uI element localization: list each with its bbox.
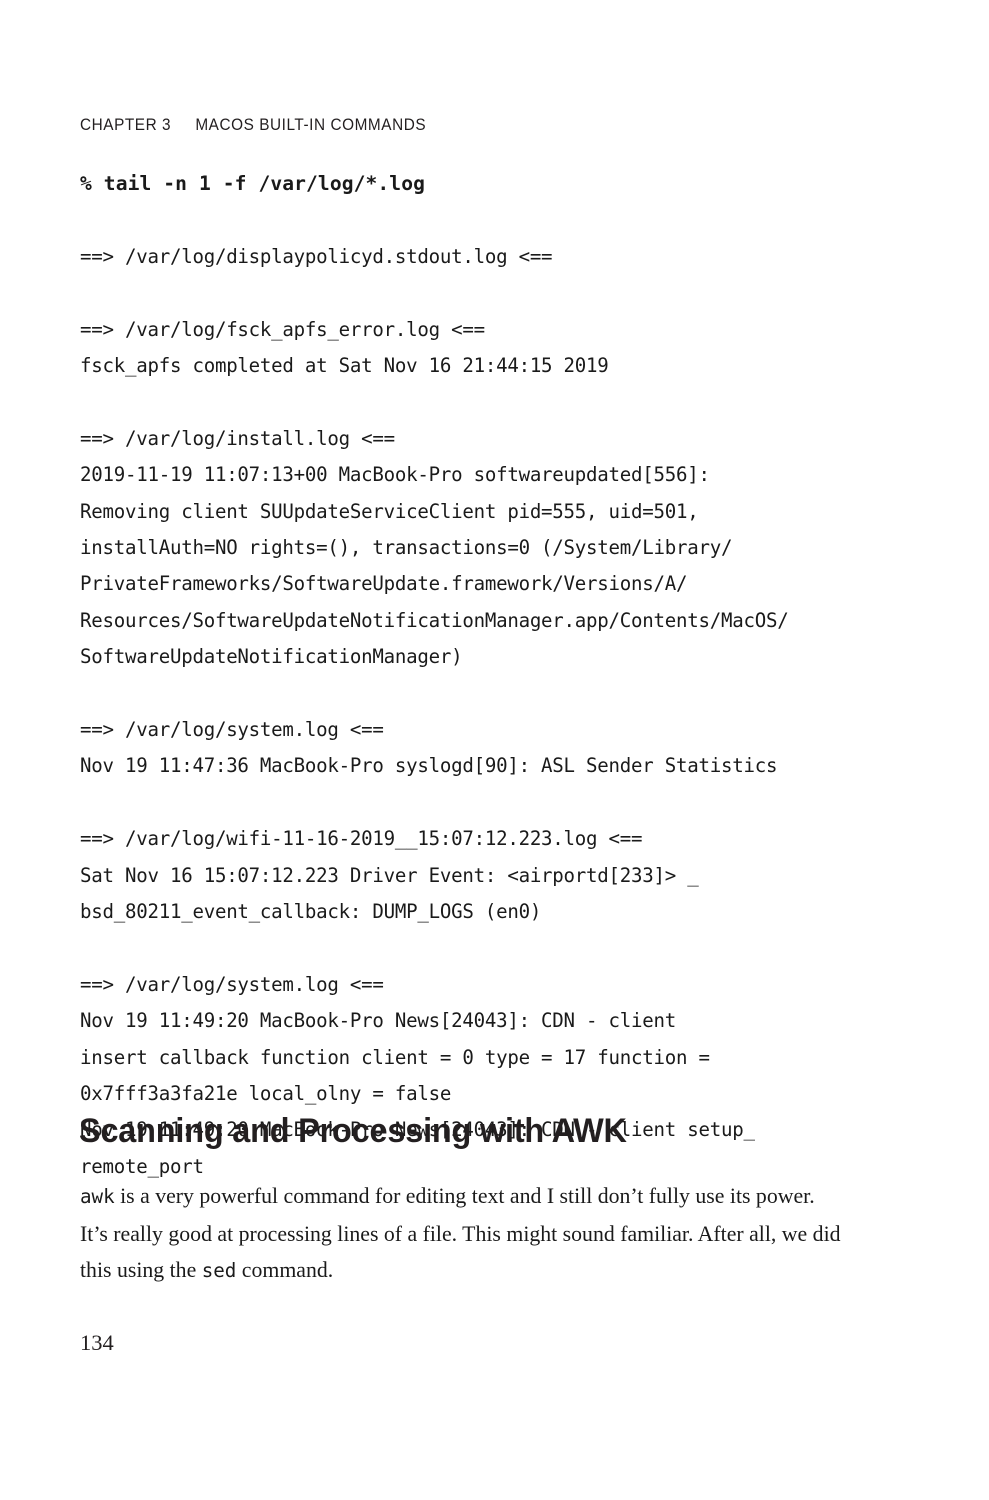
terminal-output: ==> /var/log/displaypolicyd.stdout.log <…	[80, 239, 910, 1185]
body-paragraph: awk is a very powerful command for editi…	[80, 1178, 846, 1290]
paragraph-text-2: command.	[236, 1258, 334, 1283]
running-head-chapter-title: MACOS BUILT-IN COMMANDS	[195, 116, 427, 134]
code-output-line: fsck_apfs completed at Sat Nov 16 21:44:…	[80, 354, 609, 377]
code-output-line: PrivateFrameworks/SoftwareUpdate.framewo…	[80, 572, 688, 596]
running-head-chapter-label: CHAPTER 3	[80, 116, 172, 134]
terminal-code-block: % tail -n 1 -f /var/log/*.log ==> /var/l…	[80, 166, 910, 1185]
code-output-line: 0x7fff3a3fa21e local_olny = false	[80, 1082, 452, 1106]
running-head: CHAPTER 3 MACOS BUILT-IN COMMANDS	[80, 116, 426, 135]
code-output-line: ==> /var/log/install.log <==	[80, 426, 395, 450]
code-output-line: Nov 19 11:49:20 MacBook-Pro News[24043]:…	[80, 1009, 677, 1033]
code-output-line: installAuth=NO rights=(), transactions=0…	[80, 536, 733, 560]
code-output-line: Nov 19 11:47:36 MacBook-Pro syslogd[90]:…	[80, 754, 778, 778]
code-output-line: ==> /var/log/displaypolicyd.stdout.log <…	[80, 244, 553, 268]
code-output-line: ==> /var/log/fsck_apfs_error.log <==	[80, 317, 485, 341]
code-output-line: ==> /var/log/system.log <==	[80, 972, 384, 996]
book-page: CHAPTER 3 MACOS BUILT-IN COMMANDS % tail …	[0, 0, 989, 1500]
code-output-line: SoftwareUpdateNotificationManager)	[80, 645, 463, 669]
code-output-line: 2019-11-19 11:07:13+00 MacBook-Pro softw…	[80, 463, 710, 487]
code-output-line: Resources/SoftwareUpdateNotificationMana…	[80, 608, 789, 632]
section-heading: Scanning and Processing with AWK	[79, 1112, 627, 1150]
code-output-line: insert callback function client = 0 type…	[80, 1045, 710, 1069]
page-number: 134	[80, 1330, 114, 1355]
inline-code-awk: awk	[80, 1185, 115, 1208]
shell-command-line: % tail -n 1 -f /var/log/*.log	[80, 172, 425, 195]
code-output-line: ==> /var/log/system.log <==	[80, 718, 384, 742]
code-output-line: Removing client SUUpdateServiceClient pi…	[80, 499, 699, 523]
code-output-line: bsd_80211_event_callback: DUMP_LOGS (en0…	[80, 900, 542, 924]
paragraph-text-1: is a very powerful command for editing t…	[80, 1184, 841, 1283]
code-output-line: ==> /var/log/wifi-11-16-2019__15:07:12.2…	[80, 827, 643, 851]
code-output-line: Sat Nov 16 15:07:12.223 Driver Event: <a…	[80, 863, 699, 887]
inline-code-sed: sed	[201, 1259, 237, 1283]
